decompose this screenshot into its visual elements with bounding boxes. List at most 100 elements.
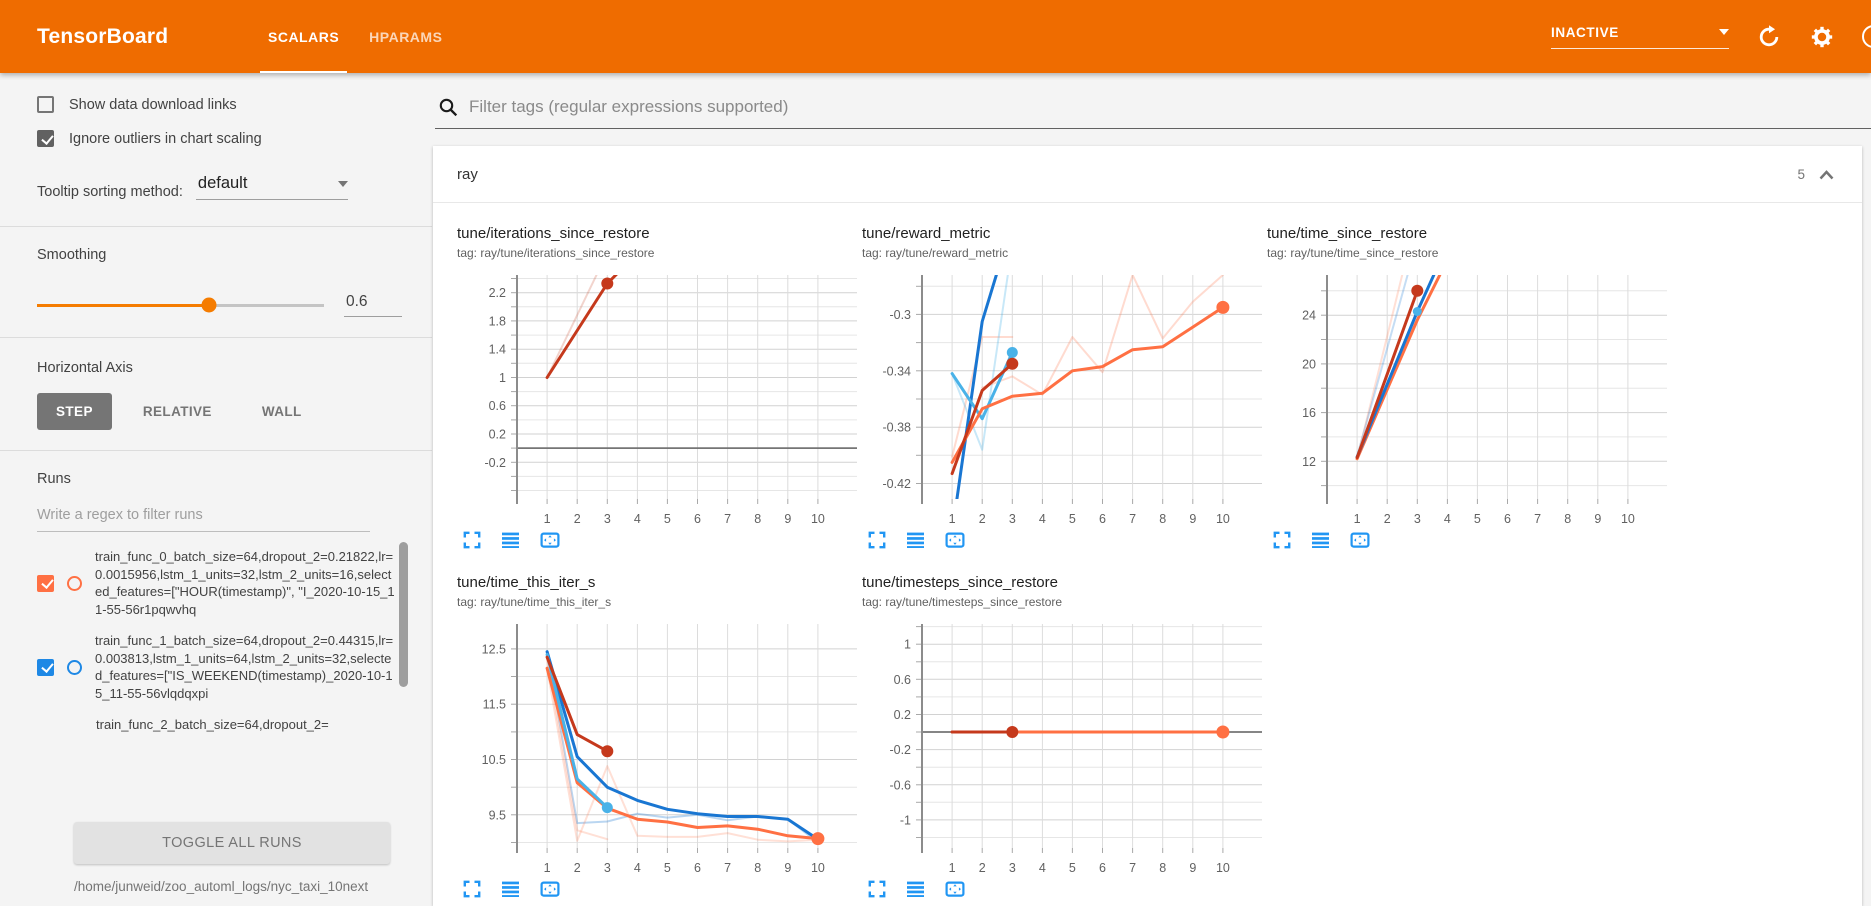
tab-hparams-label: HPARAMS <box>369 29 442 45</box>
runs-scrollbar[interactable] <box>399 542 408 687</box>
run-row-train-func-0[interactable]: train_func_0_batch_size=64,dropout_2=0.2… <box>37 548 397 618</box>
ignore-outliers-checkbox[interactable] <box>37 130 54 147</box>
svg-text:5: 5 <box>1069 861 1076 875</box>
tag-filter-input[interactable] <box>469 97 1871 117</box>
chart-title: tune/time_this_iter_s <box>457 574 862 591</box>
svg-text:3: 3 <box>1414 512 1421 526</box>
page-layout: Show data download links Ignore outliers… <box>0 73 1871 906</box>
chart-actions <box>862 530 1267 550</box>
svg-text:20: 20 <box>1302 357 1316 371</box>
fit-domain-icon[interactable] <box>539 879 561 899</box>
svg-text:1: 1 <box>499 371 506 385</box>
reload-icon[interactable] <box>1756 24 1782 50</box>
svg-text:-0.42: -0.42 <box>883 477 912 491</box>
axis-option-step[interactable]: STEP <box>37 393 112 430</box>
svg-text:9.5: 9.5 <box>489 808 506 822</box>
line-chart[interactable]: 1234567891024201612 <box>1267 269 1675 527</box>
charts-grid: tune/iterations_since_restore tag: ray/t… <box>433 203 1862 899</box>
smoothing-slider-thumb[interactable] <box>202 298 217 313</box>
general-options-section: Show data download links Ignore outliers… <box>0 73 432 227</box>
svg-text:-0.2: -0.2 <box>889 743 911 757</box>
fit-domain-icon[interactable] <box>1349 530 1371 550</box>
expand-chart-icon[interactable] <box>462 530 482 550</box>
reload-status-dropdown[interactable]: INACTIVE <box>1551 25 1729 49</box>
line-chart[interactable]: 12345678910-0.3-0.34-0.38-0.42 <box>862 269 1270 527</box>
fit-domain-icon[interactable] <box>944 530 966 550</box>
axis-option-wall[interactable]: WALL <box>243 393 321 430</box>
tab-scalars-label: SCALARS <box>268 29 339 45</box>
card-header[interactable]: ray 5 <box>433 146 1862 203</box>
tooltip-sorting-row: Tooltip sorting method: default <box>37 174 402 200</box>
toggle-all-runs-button[interactable]: TOGGLE ALL RUNS <box>74 822 390 864</box>
svg-text:1.8: 1.8 <box>489 314 506 328</box>
svg-text:10: 10 <box>811 861 825 875</box>
tag-filter-row <box>435 93 1871 129</box>
help-icon[interactable] <box>1862 25 1871 48</box>
svg-text:1: 1 <box>544 512 551 526</box>
run-row-train-func-2[interactable]: train_func_2_batch_size=64,dropout_2= <box>96 716 432 734</box>
show-download-links-checkbox-row[interactable]: Show data download links <box>37 96 402 113</box>
svg-text:-0.38: -0.38 <box>883 421 912 435</box>
line-chart[interactable]: 123456789102.21.81.410.60.2-0.2 <box>457 269 865 527</box>
run-checkbox[interactable] <box>37 659 54 676</box>
expand-chart-icon[interactable] <box>867 530 887 550</box>
fit-domain-icon[interactable] <box>539 530 561 550</box>
run-row-train-func-1[interactable]: train_func_1_batch_size=64,dropout_2=0.4… <box>37 632 397 702</box>
smoothing-section: Smoothing 0.6 <box>0 227 432 338</box>
runs-list: train_func_0_batch_size=64,dropout_2=0.2… <box>37 534 432 820</box>
run-name: train_func_2_batch_size=64,dropout_2= <box>96 716 432 734</box>
ignore-outliers-checkbox-row[interactable]: Ignore outliers in chart scaling <box>37 130 402 147</box>
smoothing-slider[interactable] <box>37 304 324 307</box>
run-color-circle[interactable] <box>67 576 82 591</box>
svg-text:3: 3 <box>1009 861 1016 875</box>
tab-scalars[interactable]: SCALARS <box>253 0 354 73</box>
run-selector-icon[interactable] <box>500 530 521 550</box>
chart-actions <box>457 879 862 899</box>
expand-chart-icon[interactable] <box>1272 530 1292 550</box>
run-selector-icon[interactable] <box>500 879 521 899</box>
category-card-ray: ray 5 tune/iterations_since_restore tag:… <box>433 146 1862 906</box>
app-header: TensorBoard SCALARS HPARAMS INACTIVE <box>0 0 1871 73</box>
svg-text:4: 4 <box>1039 512 1046 526</box>
chart-card: tune/timesteps_since_restore tag: ray/tu… <box>862 574 1267 899</box>
sidebar: Show data download links Ignore outliers… <box>0 73 432 906</box>
run-selector-icon[interactable] <box>905 879 926 899</box>
svg-text:0.2: 0.2 <box>894 708 911 722</box>
chart-title: tune/reward_metric <box>862 225 1267 242</box>
run-selector-icon[interactable] <box>905 530 926 550</box>
svg-text:8: 8 <box>1159 512 1166 526</box>
expand-chart-icon[interactable] <box>462 879 482 899</box>
svg-text:1: 1 <box>544 861 551 875</box>
ignore-outliers-label: Ignore outliers in chart scaling <box>69 131 262 147</box>
run-color-circle[interactable] <box>67 660 82 675</box>
svg-text:1: 1 <box>904 638 911 652</box>
tooltip-sorting-select[interactable]: default <box>196 174 348 200</box>
run-selector-icon[interactable] <box>1310 530 1331 550</box>
smoothing-value-field[interactable]: 0.6 <box>344 293 402 317</box>
fit-domain-icon[interactable] <box>944 879 966 899</box>
svg-text:4: 4 <box>634 512 641 526</box>
line-chart[interactable]: 1234567891012.511.510.59.5 <box>457 618 865 876</box>
chevron-up-icon[interactable] <box>1818 168 1835 181</box>
svg-text:9: 9 <box>1189 861 1196 875</box>
run-name: train_func_1_batch_size=64,dropout_2=0.4… <box>95 632 397 702</box>
svg-text:0.6: 0.6 <box>489 399 506 413</box>
settings-gear-icon[interactable] <box>1809 24 1835 50</box>
runs-filter-input[interactable] <box>37 500 370 532</box>
tooltip-sorting-value: default <box>198 174 248 193</box>
main-content: ray 5 tune/iterations_since_restore tag:… <box>432 73 1871 906</box>
run-checkbox[interactable] <box>37 575 54 592</box>
smoothing-slider-fill <box>37 304 209 307</box>
tab-hparams[interactable]: HPARAMS <box>354 0 457 73</box>
svg-text:1.4: 1.4 <box>489 343 506 357</box>
header-actions: INACTIVE <box>1551 24 1871 50</box>
axis-option-relative[interactable]: RELATIVE <box>124 393 231 430</box>
horizontal-axis-section: Horizontal Axis STEP RELATIVE WALL <box>0 338 432 451</box>
chart-tag: tag: ray/tune/time_since_restore <box>1267 246 1672 260</box>
line-chart[interactable]: 1234567891010.60.2-0.2-0.6-1 <box>862 618 1270 876</box>
svg-text:9: 9 <box>784 512 791 526</box>
svg-text:5: 5 <box>664 861 671 875</box>
svg-text:7: 7 <box>724 861 731 875</box>
expand-chart-icon[interactable] <box>867 879 887 899</box>
show-download-links-checkbox[interactable] <box>37 96 54 113</box>
